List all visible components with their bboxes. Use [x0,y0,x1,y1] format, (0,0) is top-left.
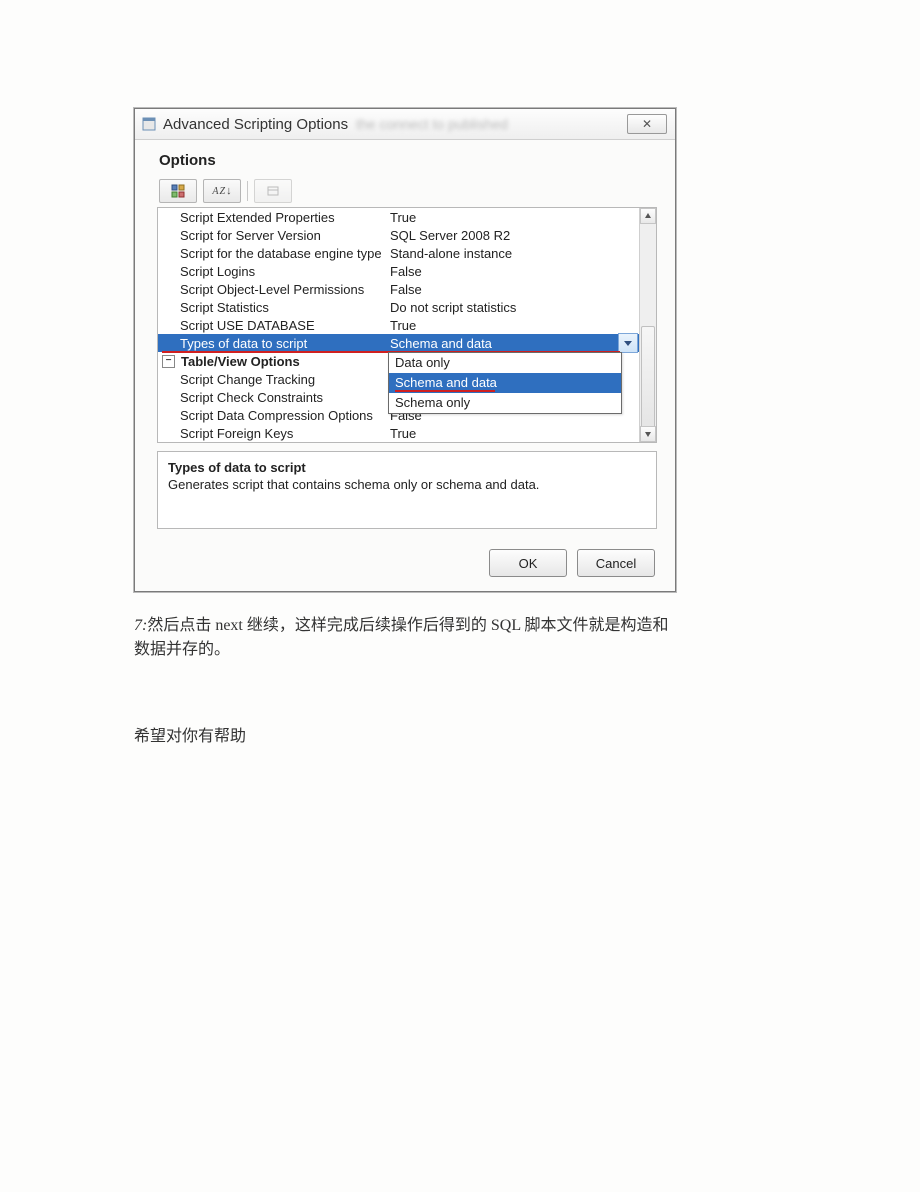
step-number: 7: [134,617,147,634]
property-value: Schema and data [390,335,638,352]
property-value: Do not script statistics [390,299,638,316]
window-title: Advanced Scripting Options [163,116,348,133]
property-pages-button[interactable] [254,179,292,203]
property-label: Script Foreign Keys [180,425,390,442]
property-label: Script Data Compression Options [180,407,390,424]
property-label: Script USE DATABASE [180,317,390,334]
property-label: Script for the database engine type [180,245,390,262]
property-row[interactable]: Script Object-Level PermissionsFalse [158,280,656,298]
property-value: False [390,263,638,280]
property-label: Script Change Tracking [180,371,390,388]
titlebar[interactable]: Advanced Scripting Options the connect t… [135,109,675,140]
toolbar-separator [247,181,248,201]
category-label: Table/View Options [181,354,300,369]
property-row[interactable]: Script USE DATABASETrue [158,316,656,334]
property-value: False [390,281,638,298]
dialog-icon [141,116,157,132]
property-row[interactable]: Script LoginsFalse [158,262,656,280]
document-paragraph: 7:然后点击 next 继续，这样完成后续操作后得到的 SQL 脚本文件就是构造… [134,614,674,662]
property-value: Stand-alone instance [390,245,638,262]
scrollbar-vertical[interactable] [639,208,656,442]
dropdown-option-selected[interactable]: Schema and data [389,373,621,393]
property-row[interactable]: Script Extended PropertiesTrue [158,208,656,226]
window-subtitle-blurred: the connect to published [356,116,508,132]
property-label: Script for Server Version [180,227,390,244]
property-row[interactable]: Script StatisticsDo not script statistic… [158,298,656,316]
dropdown-option[interactable]: Data only [389,353,621,373]
property-row[interactable]: Script for the database engine typeStand… [158,244,656,262]
document-closing: 希望对你有帮助 [134,722,674,746]
description-text: Generates script that contains schema on… [168,477,646,492]
scroll-down-arrow-icon[interactable] [640,426,656,442]
property-value: True [390,317,638,334]
property-row[interactable]: Script Foreign KeysTrue [158,424,656,442]
options-header: Options [159,152,657,169]
property-grid: Script Extended PropertiesTrueScript for… [157,207,657,443]
property-row-selected[interactable]: Types of data to scriptSchema and data [158,334,656,352]
close-icon: ✕ [642,117,652,131]
types-of-data-dropdown-list[interactable]: Data onlySchema and dataSchema only [388,352,622,414]
ok-button[interactable]: OK [489,549,567,577]
property-value: SQL Server 2008 R2 [390,227,638,244]
property-label: Script Logins [180,263,390,280]
property-label: Script Extended Properties [180,209,390,226]
property-description-panel: Types of data to script Generates script… [157,451,657,529]
doc-paragraph-text: 然后点击 next 继续，这样完成后续操作后得到的 SQL 脚本文件就是构造和数… [134,617,669,658]
property-label: Script Check Constraints [180,389,390,406]
property-label: Script Object-Level Permissions [180,281,390,298]
description-title: Types of data to script [168,460,646,475]
property-value: True [390,425,638,442]
dropdown-arrow-icon[interactable] [618,333,638,353]
scroll-thumb[interactable] [641,326,655,436]
advanced-scripting-options-dialog: Advanced Scripting Options the connect t… [134,108,676,592]
close-button[interactable]: ✕ [627,114,667,134]
alphabetical-sort-button[interactable]: AZ↓ [203,179,241,203]
property-label: Script Statistics [180,299,390,316]
property-row[interactable]: Script for Server VersionSQL Server 2008… [158,226,656,244]
cancel-button[interactable]: Cancel [577,549,655,577]
collapse-toggle-icon[interactable]: − [162,355,175,368]
dropdown-option[interactable]: Schema only [389,393,621,413]
property-grid-toolbar: AZ↓ [159,179,657,203]
categorized-button[interactable] [159,179,197,203]
property-value: True [390,209,638,226]
scroll-up-arrow-icon[interactable] [640,208,656,224]
property-label: Types of data to script [180,335,390,352]
annotation-underline [395,390,495,392]
